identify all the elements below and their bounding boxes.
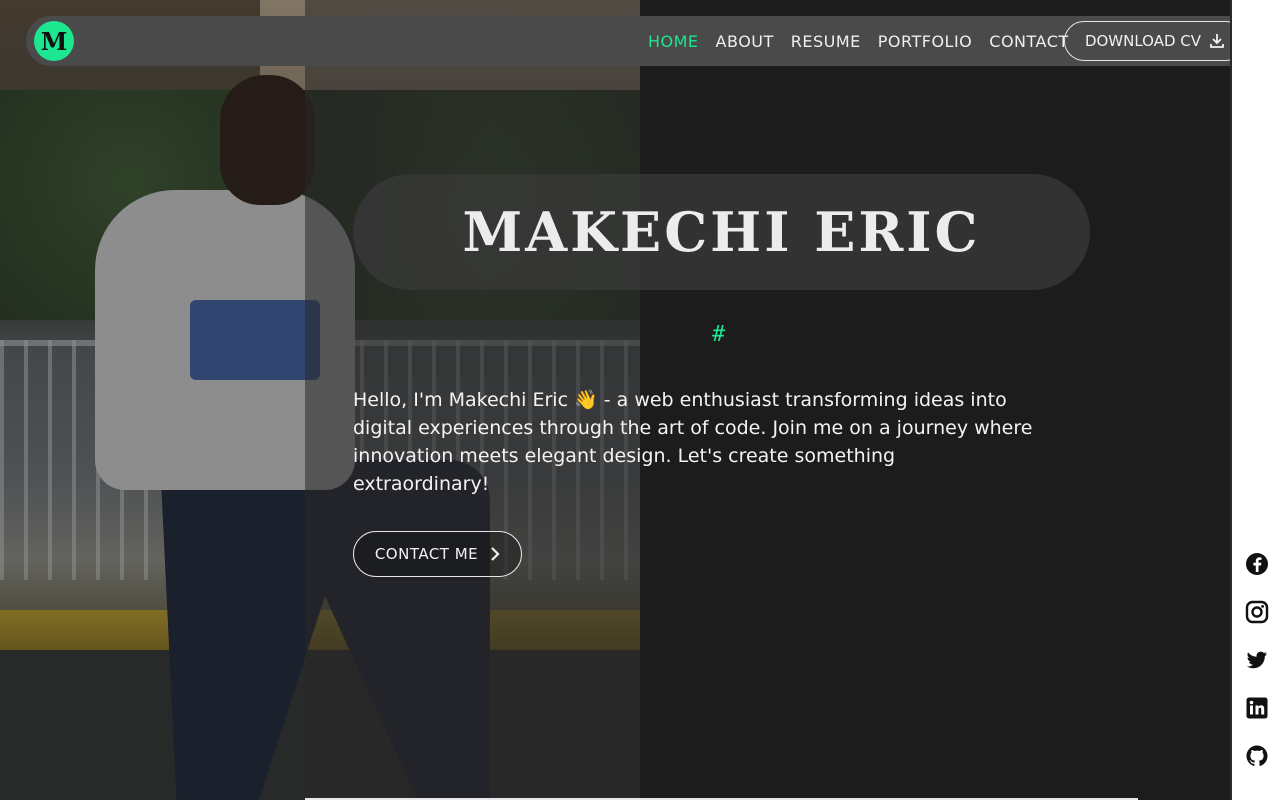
contact-me-button[interactable]: CONTACT ME	[353, 531, 522, 577]
logo[interactable]: M	[34, 21, 74, 61]
twitter-icon[interactable]	[1245, 648, 1269, 672]
hero-name: MAKECHI ERIC	[462, 200, 981, 264]
contact-me-label: CONTACT ME	[374, 545, 479, 563]
chevron-right-icon	[491, 547, 500, 561]
navbar: M HOME ABOUT RESUME PORTFOLIO CONTACT DO…	[26, 16, 1254, 66]
linkedin-icon[interactable]	[1245, 696, 1269, 720]
facebook-icon[interactable]	[1245, 552, 1269, 576]
hero-intro: Hello, I'm Makechi Eric 👋 - a web enthus…	[353, 389, 1033, 495]
social-sidebar	[1230, 0, 1280, 800]
instagram-icon[interactable]	[1245, 600, 1269, 624]
nav-portfolio[interactable]: PORTFOLIO	[878, 32, 973, 51]
download-icon	[1210, 34, 1224, 48]
nav-links: HOME ABOUT RESUME PORTFOLIO CONTACT	[648, 16, 1086, 66]
nav-home[interactable]: HOME	[648, 32, 699, 51]
name-banner: MAKECHI ERIC	[353, 174, 1090, 290]
nav-about[interactable]: ABOUT	[716, 32, 774, 51]
nav-contact[interactable]: CONTACT	[989, 32, 1068, 51]
logo-letter: M	[40, 26, 68, 56]
typing-hash: #	[712, 322, 726, 347]
nav-resume[interactable]: RESUME	[791, 32, 861, 51]
download-cv-button[interactable]: DOWNLOAD CV	[1064, 21, 1246, 61]
github-icon[interactable]	[1245, 744, 1269, 768]
download-cv-label: DOWNLOAD CV	[1084, 32, 1202, 50]
